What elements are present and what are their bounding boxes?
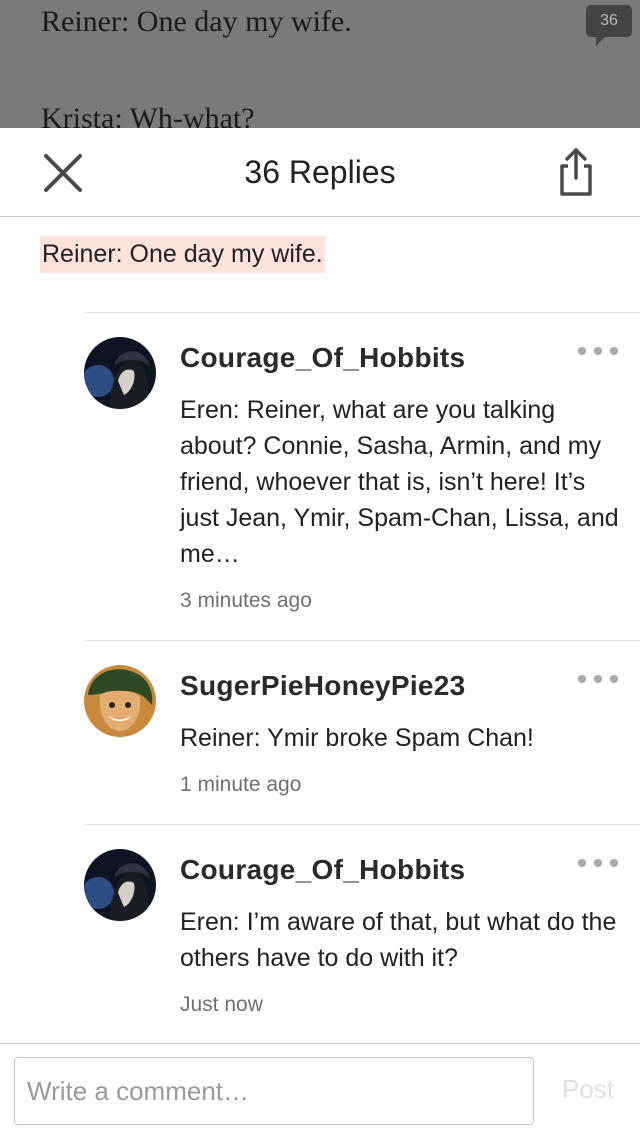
avatar[interactable] (84, 337, 156, 409)
replies-sheet: 36 Replies Reiner: One day my wife. Cour… (0, 128, 640, 1136)
comment-count-label: 36 (600, 12, 618, 29)
more-options-button[interactable] (578, 343, 618, 359)
share-button[interactable] (556, 146, 596, 198)
list-item: SugerPieHoneyPie23 Reiner: Ymir broke Sp… (84, 640, 640, 825)
list-item: Courage_Of_Hobbits Eren: I’m aware of th… (84, 824, 640, 1044)
comment-count-badge[interactable]: 36 (586, 5, 632, 46)
dot-icon (578, 859, 586, 867)
comment-body: Reiner: Ymir broke Spam Chan! (180, 724, 534, 752)
story-line: Krista: Wh-what? (41, 102, 255, 128)
page-title: 36 Replies (244, 154, 396, 190)
quoted-paragraph: Reiner: One day my wife. (40, 236, 325, 273)
dot-icon (594, 347, 602, 355)
dot-icon (578, 347, 586, 355)
dot-icon (610, 859, 618, 867)
comment-composer: Post (0, 1043, 640, 1137)
share-icon (560, 148, 592, 196)
comment-timestamp: 1 minute ago (180, 773, 302, 796)
comment-username[interactable]: Courage_Of_Hobbits (180, 854, 465, 886)
story-line: Reiner: One day my wife. (41, 5, 352, 38)
avatar-image (84, 337, 156, 409)
avatar-image (84, 849, 156, 921)
dot-icon (610, 675, 618, 683)
more-options-button[interactable] (578, 855, 618, 871)
comment-timestamp: 3 minutes ago (180, 589, 312, 612)
dot-icon (578, 675, 586, 683)
avatar[interactable] (84, 665, 156, 737)
more-options-button[interactable] (578, 671, 618, 687)
comment-username[interactable]: Courage_Of_Hobbits (180, 342, 465, 374)
replies-header: 36 Replies (0, 128, 640, 217)
avatar-image (84, 665, 156, 737)
comment-input[interactable] (14, 1057, 534, 1125)
comment-body: Eren: I’m aware of that, but what do the… (180, 908, 617, 972)
dot-icon (594, 859, 602, 867)
avatar[interactable] (84, 849, 156, 921)
dot-icon (610, 347, 618, 355)
dot-icon (594, 675, 602, 683)
story-background: Reiner: One day my wife. Krista: Wh-what… (0, 0, 640, 128)
comment-username[interactable]: SugerPieHoneyPie23 (180, 670, 466, 702)
comment-body: Eren: Reiner, what are you talking about… (180, 396, 619, 568)
list-item: Courage_Of_Hobbits Eren: Reiner, what ar… (84, 312, 640, 641)
post-button[interactable]: Post (562, 1074, 614, 1105)
comment-timestamp: Just now (180, 993, 263, 1016)
